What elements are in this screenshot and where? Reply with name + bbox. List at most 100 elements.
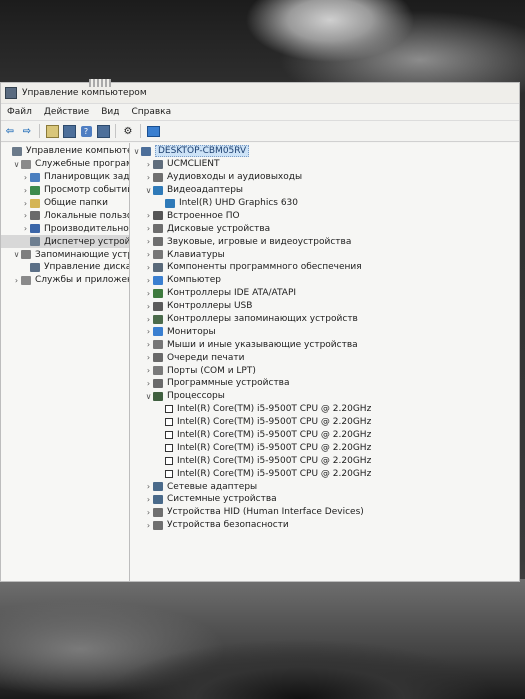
device-tree-item[interactable]: › Мониторы [130,325,519,338]
device-tree-item[interactable]: › UCMCLIENT [130,158,519,171]
console-tree-item[interactable]: › Производительность [1,222,129,235]
device-tree-item[interactable]: › Устройства HID (Human Interface Devices… [130,506,519,519]
toolbar-separator [115,124,116,138]
expand-chevron-icon[interactable]: › [144,173,153,182]
console-tree-item[interactable]: Управление компьютером (л [1,145,129,158]
expand-chevron-icon[interactable]: › [21,173,30,182]
device-tree-item[interactable]: › Аудиовходы и аудиовыходы [130,171,519,184]
device-tree-item[interactable]: › Контроллеры IDE ATA/ATAPI [130,287,519,300]
expand-chevron-icon[interactable]: › [144,521,153,530]
app-icon [5,87,17,99]
folder-icon[interactable] [45,124,59,138]
device-tree-item[interactable]: › Клавиатуры [130,248,519,261]
expand-chevron-icon[interactable]: › [144,237,153,246]
collapse-chevron-icon[interactable]: ∨ [12,250,21,259]
device-tree-item[interactable]: › Контроллеры запоминающих устройств [130,313,519,326]
device-tree-item[interactable]: › Мыши и иные указывающие устройства [130,338,519,351]
console-tree-item[interactable]: Диспетчер устройств [1,235,129,249]
expand-chevron-icon[interactable]: › [12,276,21,285]
collapse-chevron-icon[interactable]: ∨ [132,147,141,156]
computer-icon [153,275,163,285]
device-tree-item[interactable]: › Сетевые адаптеры [130,480,519,493]
console-tree-item[interactable]: ∨ Служебные программы [1,158,129,171]
console-tree-item[interactable]: › Просмотр событий [1,184,129,197]
expand-chevron-icon[interactable]: › [144,366,153,375]
collapse-chevron-icon[interactable]: ∨ [144,392,153,401]
expand-chevron-icon[interactable]: › [144,482,153,491]
device-tree-item[interactable]: › Устройства безопасности [130,519,519,532]
expand-chevron-icon[interactable]: › [21,186,30,195]
menu-view[interactable]: Вид [95,107,125,117]
props-icon[interactable]: ⚙ [121,124,135,138]
expand-chevron-icon[interactable]: › [144,315,153,324]
expand-chevron-icon[interactable]: › [144,340,153,349]
mouse-icon [153,340,163,350]
drag-grip[interactable] [89,79,111,87]
back-arrow-icon[interactable]: ⇦ [3,124,17,138]
device-tree-item[interactable]: Intel(R) Core(TM) i5-9500T CPU @ 2.20GHz [130,441,519,454]
device-tree-item[interactable]: Intel(R) Core(TM) i5-9500T CPU @ 2.20GHz [130,429,519,442]
device-tree-item[interactable]: › Контроллеры USB [130,300,519,313]
device-tree-item[interactable]: › Очереди печати [130,351,519,364]
expand-chevron-icon[interactable]: › [144,327,153,336]
monitor-icon[interactable] [146,125,160,137]
device-tree-item-label: Встроенное ПО [167,210,240,221]
console-tree-item[interactable]: ∨ Запоминающие устройст [1,248,129,261]
device-tree-item[interactable]: › Компоненты программного обеспечения [130,261,519,274]
menu-action[interactable]: Действие [38,107,95,117]
device-tree-item[interactable]: › Программные устройства [130,377,519,390]
device-tree-item[interactable]: › Компьютер [130,274,519,287]
console-tree-item[interactable]: › Общие папки [1,197,129,210]
expand-chevron-icon[interactable]: › [21,199,30,208]
expand-chevron-icon[interactable]: › [144,302,153,311]
expand-chevron-icon[interactable]: › [144,353,153,362]
grid-icon[interactable] [62,124,76,138]
device-tree-item[interactable]: ∨ Видеоадаптеры [130,184,519,197]
device-tree-item[interactable]: Intel(R) UHD Graphics 630 [130,197,519,210]
expand-chevron-icon[interactable]: › [21,211,30,220]
device-tree-item-label: UCMCLIENT [167,159,220,170]
device-tree-item[interactable]: › Звуковые, игровые и видеоустройства [130,235,519,248]
help-icon[interactable]: ? [80,125,92,137]
software-icon [153,262,163,272]
expand-chevron-icon[interactable]: › [144,379,153,388]
menu-file[interactable]: Файл [1,107,38,117]
title-bar[interactable]: Управление компьютером [1,79,519,104]
expand-chevron-icon[interactable]: › [144,263,153,272]
expand-chevron-icon[interactable]: › [144,211,153,220]
device-tree-item[interactable]: Intel(R) Core(TM) i5-9500T CPU @ 2.20GHz [130,454,519,467]
processor-icon [165,469,173,478]
device-tree-item[interactable]: ∨ Процессоры [130,390,519,403]
collapse-chevron-icon[interactable]: ∨ [12,160,21,169]
console-tree-item[interactable]: › Локальные пользовате [1,209,129,222]
device-tree-item[interactable]: ∨ DESKTOP-CBM05RV [130,145,519,158]
console-tree-item[interactable]: › Планировщик задач [1,171,129,184]
expand-chevron-icon[interactable]: › [144,508,153,517]
console-tree-pane[interactable]: Управление компьютером (л ∨ Служебные прог… [1,143,130,581]
console-tree-item[interactable]: › Службы и приложения [1,274,129,287]
console-tree-item[interactable]: Управление дисками [1,261,129,274]
device-tree-item[interactable]: Intel(R) Core(TM) i5-9500T CPU @ 2.20GHz [130,403,519,416]
forward-arrow-icon[interactable]: ⇨ [20,124,34,138]
device-tree-item[interactable]: Intel(R) Core(TM) i5-9500T CPU @ 2.20GHz [130,467,519,480]
expand-chevron-icon[interactable]: › [144,224,153,233]
device-tree-item-label: Системные устройства [167,494,277,505]
expand-chevron-icon[interactable]: › [21,224,30,233]
device-tree-item[interactable]: › Порты (COM и LPT) [130,364,519,377]
collapse-chevron-icon[interactable]: ∨ [144,186,153,195]
device-tree-pane[interactable]: ∨ DESKTOP-CBM05RV › UCMCLIENT › Аудиовходы и … [130,143,519,581]
expand-chevron-icon[interactable]: › [144,160,153,169]
expand-chevron-icon[interactable]: › [144,276,153,285]
expand-chevron-icon[interactable]: › [144,289,153,298]
ide-icon [153,288,163,298]
expand-chevron-icon[interactable]: › [144,495,153,504]
grid-icon[interactable] [96,124,110,138]
device-tree-item[interactable]: › Системные устройства [130,493,519,506]
device-tree-item[interactable]: › Встроенное ПО [130,209,519,222]
device-tree-item-label: Звуковые, игровые и видеоустройства [167,236,352,247]
device-tree-item[interactable]: › Дисковые устройства [130,222,519,235]
users-icon [30,211,40,221]
expand-chevron-icon[interactable]: › [144,250,153,259]
device-tree-item[interactable]: Intel(R) Core(TM) i5-9500T CPU @ 2.20GHz [130,416,519,429]
menu-help[interactable]: Справка [125,107,177,117]
